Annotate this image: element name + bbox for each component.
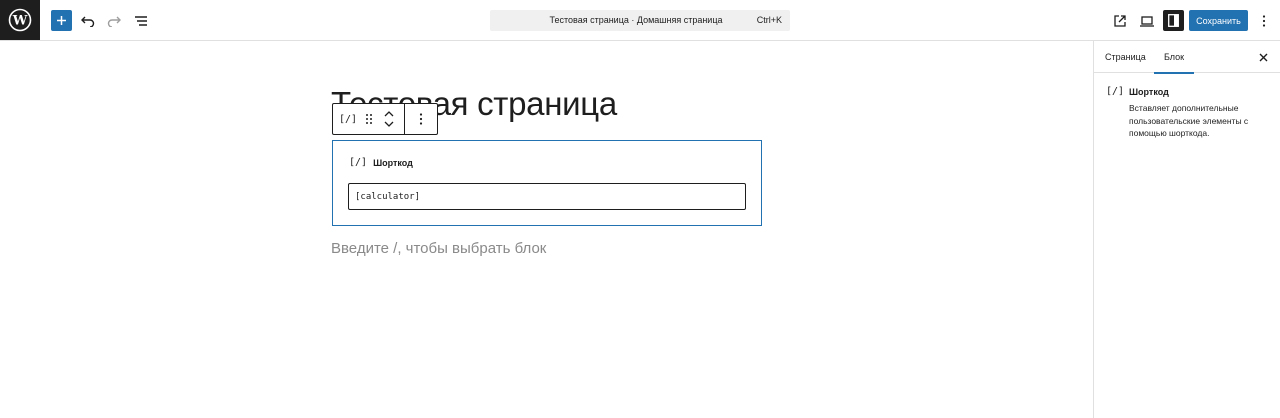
shortcode-block[interactable]: [/] Шорткод bbox=[332, 140, 762, 226]
undo-icon bbox=[81, 16, 95, 27]
svg-text:W: W bbox=[12, 14, 28, 29]
plus-icon bbox=[57, 16, 66, 25]
tab-page[interactable]: Страница bbox=[1105, 41, 1146, 73]
document-title: Тестовая страница · Домашняя страница bbox=[549, 15, 723, 25]
settings-sidebar: Страница Блок [/] Шорткод Вставляет допо… bbox=[1093, 41, 1280, 418]
redo-icon bbox=[107, 16, 121, 27]
block-type-button[interactable]: [/] bbox=[333, 104, 363, 134]
external-link-icon bbox=[1114, 15, 1126, 27]
close-sidebar-button[interactable] bbox=[1255, 49, 1271, 65]
shortcode-icon: [/] bbox=[1106, 86, 1125, 97]
close-icon bbox=[1259, 53, 1267, 61]
command-palette-bar[interactable]: Тестовая страница · Домашняя страница Ct… bbox=[490, 10, 790, 31]
settings-sidebar-toggle[interactable] bbox=[1163, 10, 1184, 31]
sidebar-icon bbox=[1168, 14, 1179, 27]
command-shortcut: Ctrl+K bbox=[756, 15, 782, 25]
shortcode-label: Шорткод bbox=[373, 157, 413, 168]
document-overview-button[interactable] bbox=[130, 10, 152, 32]
more-vertical-icon bbox=[1262, 15, 1266, 27]
undo-button[interactable] bbox=[77, 10, 99, 32]
move-down-icon[interactable] bbox=[384, 121, 394, 127]
default-block-appender[interactable]: Введите /, чтобы выбрать блок bbox=[331, 240, 546, 257]
block-card-title: Шорткод bbox=[1129, 87, 1169, 97]
sidebar-tabs: Страница Блок bbox=[1094, 41, 1280, 74]
shortcode-block-label: [/] Шорткод bbox=[349, 157, 413, 168]
block-toolbar: [/] bbox=[332, 103, 438, 135]
drag-handle[interactable] bbox=[361, 104, 377, 134]
preview-button[interactable] bbox=[1136, 10, 1158, 32]
list-view-icon bbox=[135, 16, 147, 26]
editor-canvas[interactable]: Тестовая страница [/] [/] Шорткод [calcu… bbox=[0, 41, 1093, 418]
save-button[interactable]: Сохранить bbox=[1189, 10, 1248, 31]
wordpress-logo-icon[interactable]: W bbox=[0, 0, 40, 40]
tab-block[interactable]: Блок bbox=[1154, 41, 1195, 74]
block-options-button[interactable] bbox=[405, 104, 437, 134]
editor-header: W Тестовая страница · Домашняя страница … bbox=[0, 0, 1280, 41]
shortcode-input[interactable] bbox=[348, 183, 746, 210]
options-menu-button[interactable] bbox=[1253, 10, 1275, 32]
more-vertical-icon bbox=[419, 113, 423, 125]
move-block-controls bbox=[379, 104, 399, 134]
desktop-icon bbox=[1140, 15, 1154, 27]
redo-button[interactable] bbox=[103, 10, 125, 32]
block-card-description: Вставляет дополнительные пользовательски… bbox=[1129, 103, 1249, 138]
shortcode-icon: [/] bbox=[349, 157, 368, 168]
add-block-button[interactable] bbox=[51, 10, 72, 31]
drag-handle-icon bbox=[366, 114, 372, 124]
view-page-button[interactable] bbox=[1109, 10, 1131, 32]
move-up-icon[interactable] bbox=[384, 111, 394, 117]
